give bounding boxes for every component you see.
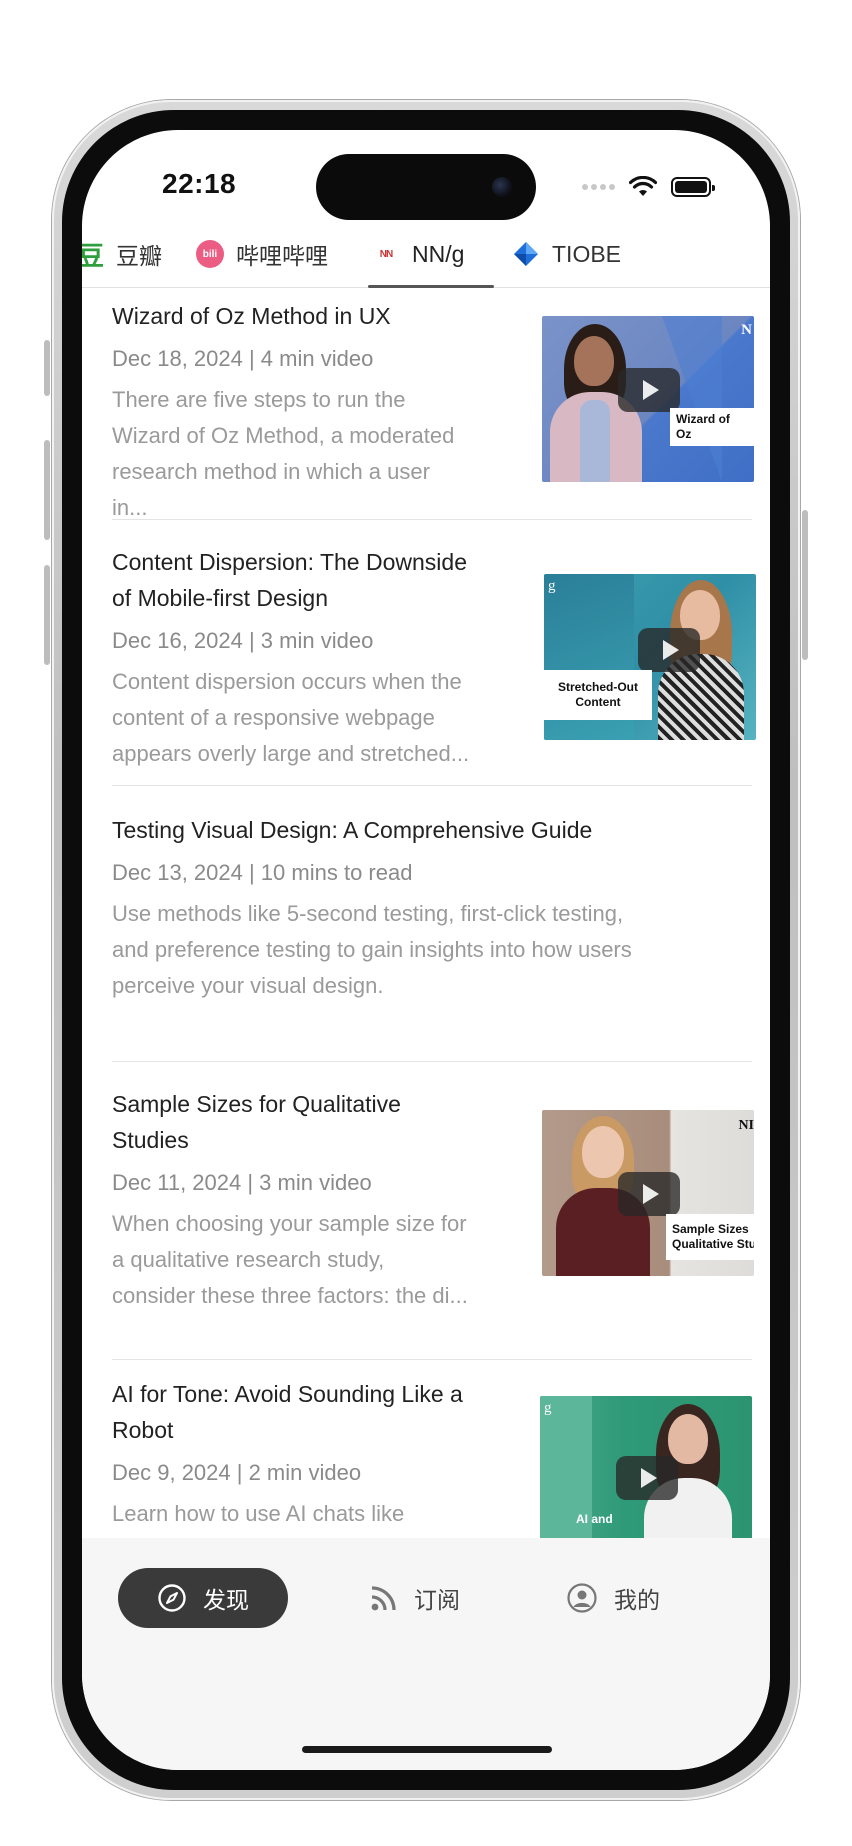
article-thumbnail[interactable]: Wizard of Oz N <box>542 316 754 482</box>
article-meta: Dec 13, 2024 | 10 mins to read <box>112 860 413 885</box>
tab-label: 哔哩哔哩 <box>236 243 328 269</box>
thumbnail-caption: Wizard of Oz <box>670 408 754 446</box>
play-icon <box>618 368 680 412</box>
tab-label: 豆瓣 <box>116 243 162 269</box>
source-tabs: 豆 豆瓣 bili 哔哩哔哩 NN NN/g TIOBE <box>82 220 770 288</box>
page: 22:18 豆 豆瓣 bili 哔哩哔哩 NN NN/g TIOBE Wizar… <box>0 0 852 1846</box>
tab-douban[interactable]: 豆 豆瓣 <box>82 220 162 288</box>
article-title: AI for Tone: Avoid Sounding Like a Robot <box>112 1381 463 1443</box>
article-description: Content dispersion occurs when the conte… <box>112 669 470 766</box>
bilibili-icon: bili <box>196 240 224 268</box>
article-item[interactable]: AI for Tone: Avoid Sounding Like a Robot… <box>112 1360 752 1538</box>
dynamic-island <box>316 154 536 220</box>
thumbnail-logo-mark: N <box>741 322 752 338</box>
nav-label: 订阅 <box>414 1587 460 1613</box>
thumbnail-caption: Stretched-Out Content <box>544 670 652 720</box>
thumbnail-logo-mark: g <box>544 1400 552 1416</box>
front-camera <box>492 177 512 197</box>
article-item[interactable]: Testing Visual Design: A Comprehensive G… <box>112 786 752 1062</box>
home-indicator[interactable] <box>302 1746 552 1753</box>
action-button <box>44 340 50 396</box>
article-thumbnail[interactable]: Stretched-Out Content g <box>544 574 756 740</box>
bottom-nav: 发现 订阅 我的 <box>82 1538 770 1770</box>
play-icon <box>638 628 700 672</box>
wifi-icon <box>629 176 657 196</box>
article-description: Use methods like 5-second testing, first… <box>112 901 632 998</box>
tab-label: TIOBE <box>552 240 622 267</box>
article-thumbnail[interactable]: Sample Sizes Qualitative Stu NI <box>542 1110 754 1276</box>
nav-label: 我的 <box>614 1587 660 1613</box>
article-text: Content Dispersion: The Downside of Mobi… <box>112 544 492 772</box>
article-text: AI for Tone: Avoid Sounding Like a Robot… <box>112 1376 492 1532</box>
thumbnail-logo-mark: g <box>548 578 556 594</box>
nav-item-subscriptions[interactable]: 订阅 <box>370 1568 460 1628</box>
thumbnail-caption: AI and <box>576 1512 613 1526</box>
article-meta: Dec 9, 2024 | 2 min video <box>112 1460 362 1485</box>
article-description: There are five steps to run the Wizard o… <box>112 387 455 520</box>
article-item[interactable]: Wizard of Oz Method in UX Dec 18, 2024 |… <box>112 288 754 520</box>
volume-down-button <box>44 565 50 665</box>
tab-nng[interactable]: NN NN/g <box>372 220 464 288</box>
article-description: When choosing your sample size for a qua… <box>112 1211 468 1308</box>
article-text: Testing Visual Design: A Comprehensive G… <box>112 812 752 1004</box>
cellular-signal-icon <box>582 184 615 190</box>
tab-bilibili[interactable]: bili 哔哩哔哩 <box>196 220 328 288</box>
compass-icon <box>158 1584 186 1612</box>
nng-icon: NN <box>372 240 400 268</box>
play-icon <box>618 1172 680 1216</box>
status-time: 22:18 <box>162 168 237 199</box>
article-title: Content Dispersion: The Downside of Mobi… <box>112 549 467 611</box>
tiobe-icon <box>512 240 540 268</box>
thumbnail-logo-mark: NI <box>738 1118 754 1133</box>
article-title: Testing Visual Design: A Comprehensive G… <box>112 817 593 843</box>
nav-item-discover[interactable]: 发现 <box>118 1568 288 1628</box>
profile-icon <box>567 1583 597 1613</box>
battery-icon <box>671 177 715 197</box>
article-thumbnail[interactable]: AI and g <box>540 1396 752 1538</box>
article-meta: Dec 16, 2024 | 3 min video <box>112 628 374 653</box>
thumbnail-caption: Sample Sizes Qualitative Stu <box>666 1214 754 1260</box>
douban-icon: 豆 <box>82 240 104 271</box>
status-indicators <box>582 174 715 200</box>
article-meta: Dec 18, 2024 | 4 min video <box>112 346 374 371</box>
rss-icon <box>371 1586 396 1611</box>
volume-up-button <box>44 440 50 540</box>
article-item[interactable]: Sample Sizes for Qualitative Studies Dec… <box>112 1062 754 1360</box>
power-button <box>802 510 808 660</box>
nav-label: 发现 <box>203 1587 249 1613</box>
tab-tiobe[interactable]: TIOBE <box>512 220 621 288</box>
screen: 22:18 豆 豆瓣 bili 哔哩哔哩 NN NN/g TIOBE Wizar… <box>82 130 770 1770</box>
article-meta: Dec 11, 2024 | 3 min video <box>112 1170 372 1195</box>
play-icon <box>616 1456 678 1500</box>
nav-item-me[interactable]: 我的 <box>566 1568 660 1628</box>
article-title: Sample Sizes for Qualitative Studies <box>112 1091 401 1153</box>
article-title: Wizard of Oz Method in UX <box>112 303 391 329</box>
article-description: Learn how to use AI chats like <box>112 1501 405 1526</box>
article-feed[interactable]: Wizard of Oz Method in UX Dec 18, 2024 |… <box>82 288 770 1538</box>
article-text: Sample Sizes for Qualitative Studies Dec… <box>112 1086 492 1314</box>
article-text: Wizard of Oz Method in UX Dec 18, 2024 |… <box>112 298 462 526</box>
article-item[interactable]: Content Dispersion: The Downside of Mobi… <box>112 520 756 786</box>
tab-label: NN/g <box>412 240 465 267</box>
